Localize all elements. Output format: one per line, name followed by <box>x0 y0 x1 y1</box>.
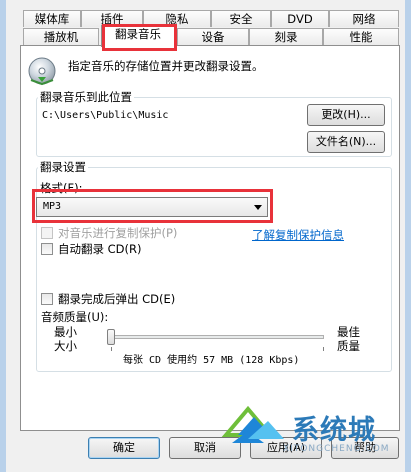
filename-button[interactable]: 文件名(N)... <box>307 131 385 153</box>
options-dialog: 媒体库 插件 隐私 安全 DVD 网络 播放机 翻录音乐 设备 刻录 性能 指定… <box>0 0 411 472</box>
quality-label: 音频质量(U): <box>41 310 109 324</box>
tab-devices[interactable]: 设备 <box>177 28 249 45</box>
min-label-line2: 大小 <box>54 339 77 353</box>
watermark-text: 系统城 <box>292 415 376 446</box>
max-label-line2: 质量 <box>337 339 360 353</box>
tab-network[interactable]: 网络 <box>329 10 399 27</box>
size-info: 每张 CD 使用约 57 MB (128 Kbps) <box>123 355 300 366</box>
tab-dvd[interactable]: DVD <box>271 10 329 27</box>
rip-location-title: 翻录音乐到此位置 <box>38 89 134 105</box>
eject-row[interactable]: 翻录完成后弹出 CD(E) <box>41 291 175 307</box>
auto-rip-checkbox[interactable] <box>41 243 53 255</box>
watermark-url: XITONGCHENG.COM <box>283 444 390 454</box>
tab-rip-music[interactable]: 翻录音乐 <box>101 25 175 47</box>
eject-label: 翻录完成后弹出 CD(E) <box>58 292 176 306</box>
format-select[interactable]: MP3 <box>36 197 268 217</box>
watermark-logo-icon <box>221 405 284 443</box>
format-select-value: MP3 <box>43 201 62 212</box>
ok-button[interactable]: 确定 <box>88 437 160 459</box>
copy-protect-row[interactable]: 对音乐进行复制保护(P) <box>41 225 177 241</box>
auto-rip-label: 自动翻录 CD(R) <box>58 242 142 256</box>
rip-location-path: C:\Users\Public\Music <box>42 110 169 121</box>
cd-rip-icon <box>28 57 56 86</box>
slider-tick <box>323 347 324 351</box>
format-label: 格式(F): <box>40 181 83 195</box>
copy-protect-info-link[interactable]: 了解复制保护信息 <box>252 227 344 243</box>
auto-rip-row[interactable]: 自动翻录 CD(R) <box>41 241 142 257</box>
copy-protect-label: 对音乐进行复制保护(P) <box>58 226 178 240</box>
quality-slider-track[interactable] <box>110 335 324 339</box>
eject-checkbox[interactable] <box>41 293 53 305</box>
intro-text: 指定音乐的存储位置并更改翻录设置。 <box>68 59 264 73</box>
chevron-down-icon <box>254 205 262 210</box>
copy-protect-checkbox[interactable] <box>41 227 53 239</box>
rip-settings-title: 翻录设置 <box>38 159 88 175</box>
tab-performance[interactable]: 性能 <box>323 28 399 45</box>
tab-player[interactable]: 播放机 <box>23 28 99 45</box>
change-location-button[interactable]: 更改(H)... <box>307 104 385 126</box>
tab-security[interactable]: 安全 <box>211 10 271 27</box>
quality-slider-thumb[interactable] <box>107 329 115 345</box>
slider-tick <box>111 347 112 351</box>
tab-burn[interactable]: 刻录 <box>249 28 323 45</box>
tab-library[interactable]: 媒体库 <box>23 10 81 27</box>
